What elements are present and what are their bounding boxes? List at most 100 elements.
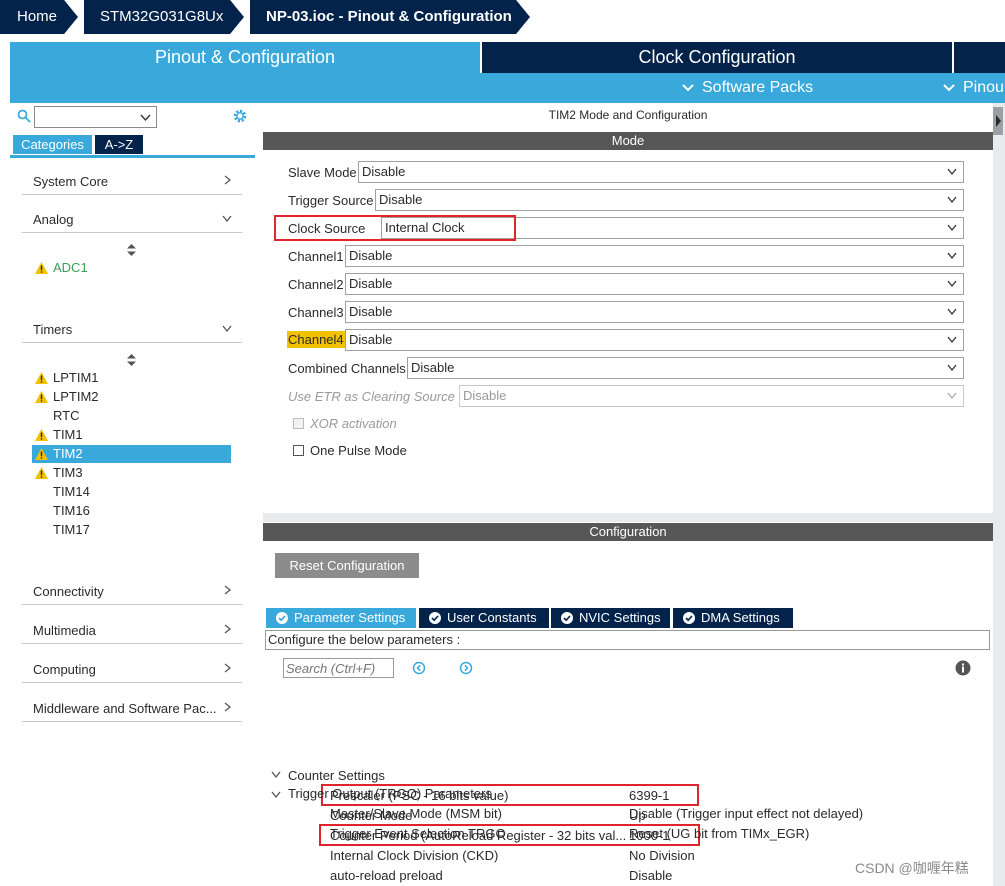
chevron-down-icon (947, 336, 957, 344)
chevron-down-icon[interactable] (271, 791, 281, 799)
channel2-select[interactable]: Disable (345, 273, 964, 295)
sort-icon[interactable] (127, 354, 136, 366)
chevron-down-icon (947, 168, 957, 176)
tab-nvic-settings[interactable]: NVIC Settings (551, 608, 670, 628)
sidebar-item-adc1-label: ADC1 (53, 260, 88, 275)
check-circle-icon (683, 612, 695, 624)
channel2-value: Disable (349, 276, 393, 291)
channel3-label: Channel3 (288, 305, 344, 320)
breadcrumb-home[interactable]: Home (0, 0, 68, 34)
channel4-label: Channel4 (287, 331, 345, 348)
search-icon (17, 109, 31, 123)
chevron-down-icon (947, 364, 957, 372)
sidebar-item-tim17[interactable]: TIM17 (32, 521, 231, 539)
reset-configuration-button[interactable]: Reset Configuration (275, 553, 419, 578)
channel3-select[interactable]: Disable (345, 301, 964, 323)
msm-value[interactable]: Disable (Trigger input effect not delaye… (629, 804, 863, 824)
category-timers[interactable]: Timers (22, 319, 242, 343)
counter-settings-group[interactable]: Counter Settings (288, 766, 385, 786)
sidebar-item-tim2[interactable]: TIM2 (32, 445, 231, 463)
tab-pinout-configuration[interactable]: Pinout & Configuration (10, 42, 480, 73)
sidebar-item-lptim2[interactable]: LPTIM2 (32, 388, 231, 406)
chevron-down-icon (222, 215, 232, 223)
etr-select[interactable]: Disable (459, 385, 964, 407)
category-multimedia[interactable]: Multimedia (22, 620, 242, 644)
sidebar-item-tim16[interactable]: TIM16 (32, 502, 231, 520)
category-middleware[interactable]: Middleware and Software Pac... (22, 698, 242, 722)
tab-dma-settings[interactable]: DMA Settings (673, 608, 793, 628)
slave-mode-select[interactable]: Disable (358, 161, 964, 183)
tab-pinout-label: Pinout & Configuration (154, 47, 336, 67)
auto-reload-preload-value[interactable]: Disable (629, 866, 672, 886)
sidebar-item-tim16-label: TIM16 (53, 503, 90, 518)
slave-mode-value: Disable (362, 164, 406, 179)
channel4-select[interactable]: Disable (345, 329, 964, 351)
trgo-parameters-group[interactable]: Trigger Output (TRGO) Parameters (288, 784, 492, 804)
sidebar-item-rtc[interactable]: RTC (32, 407, 231, 425)
check-circle-icon (276, 612, 288, 624)
sort-icon[interactable] (127, 244, 136, 256)
xor-checkbox[interactable] (293, 418, 304, 429)
breadcrumb-project[interactable]: NP-03.ioc - Pinout & Configuration (250, 0, 520, 34)
ckd-value[interactable]: No Division (629, 846, 695, 866)
tab-dma-settings-label: DMA Settings (701, 610, 780, 625)
category-system-core[interactable]: System Core (22, 171, 242, 195)
sidebar-item-lptim1-label: LPTIM1 (53, 370, 99, 385)
mode-panel: TIM2 Mode and Configuration Mode Slave M… (263, 103, 993, 513)
pinout-menu[interactable]: Pinou (943, 77, 1005, 99)
search-combo[interactable] (34, 106, 157, 128)
channel1-select[interactable]: Disable (345, 245, 964, 267)
chevron-down-icon (947, 392, 957, 400)
breadcrumb-device[interactable]: STM32G031G8Ux (84, 0, 234, 34)
tab-parameter-settings-label: Parameter Settings (294, 610, 406, 625)
parameter-search-input[interactable] (283, 658, 394, 678)
tab-more[interactable] (954, 42, 1005, 73)
sidebar-item-tim14[interactable]: TIM14 (32, 483, 231, 501)
breadcrumb-separator-icon (230, 0, 250, 34)
tab-nvic-settings-label: NVIC Settings (579, 610, 661, 625)
pinout-menu-label: Pinou (963, 79, 1004, 96)
configure-hint: Configure the below parameters : (265, 630, 990, 650)
previous-result-icon[interactable] (412, 661, 426, 675)
tab-user-constants[interactable]: User Constants (419, 608, 549, 628)
tab-categories[interactable]: Categories (13, 135, 92, 154)
category-analog[interactable]: Analog (22, 209, 242, 233)
one-pulse-checkbox[interactable] (293, 445, 304, 456)
chevron-down-icon (222, 325, 232, 333)
sidebar-item-lptim2-label: LPTIM2 (53, 389, 99, 404)
sidebar-item-tim1[interactable]: TIM1 (32, 426, 231, 444)
mode-title: Mode (263, 132, 993, 150)
msm-name: Master/Slave Mode (MSM bit) (330, 806, 502, 821)
chevron-down-icon (943, 84, 955, 92)
sidebar-item-adc1[interactable]: ADC1 (32, 259, 231, 277)
gear-icon[interactable] (232, 108, 248, 124)
configuration-title: Configuration (263, 523, 993, 541)
next-result-icon[interactable] (459, 661, 473, 675)
sidebar-item-tim2-label: TIM2 (53, 446, 83, 461)
category-connectivity[interactable]: Connectivity (22, 581, 242, 605)
channel1-value: Disable (349, 248, 393, 263)
auto-reload-preload-name: auto-reload preload (330, 868, 443, 883)
slave-mode-label: Slave Mode (288, 165, 357, 180)
breadcrumb-home-label: Home (17, 8, 58, 25)
tab-clock-configuration[interactable]: Clock Configuration (482, 42, 952, 73)
trigger-source-select[interactable]: Disable (375, 189, 964, 211)
tab-a-to-z[interactable]: A->Z (95, 135, 143, 154)
tab-user-constants-label: User Constants (447, 610, 537, 625)
info-icon[interactable] (955, 660, 971, 676)
clock-source-highlight (274, 215, 516, 241)
trgo-selection-value[interactable]: Reset (UG bit from TIMx_EGR) (629, 824, 809, 844)
sidebar-item-lptim1[interactable]: LPTIM1 (32, 369, 231, 387)
category-timers-label: Timers (33, 322, 73, 337)
collapse-arrow-icon[interactable] (993, 107, 1003, 135)
sidebar-item-tim3[interactable]: TIM3 (32, 464, 231, 482)
category-computing[interactable]: Computing (22, 659, 242, 683)
chevron-right-icon (224, 702, 232, 712)
tab-parameter-settings[interactable]: Parameter Settings (266, 608, 416, 628)
category-middleware-label: Middleware and Software Pac... (33, 701, 217, 716)
combined-channels-select[interactable]: Disable (407, 357, 964, 379)
chevron-down-icon[interactable] (271, 771, 281, 779)
chevron-right-icon (224, 585, 232, 595)
category-system-core-label: System Core (33, 174, 109, 189)
mode-header: TIM2 Mode and Configuration (548, 108, 708, 122)
